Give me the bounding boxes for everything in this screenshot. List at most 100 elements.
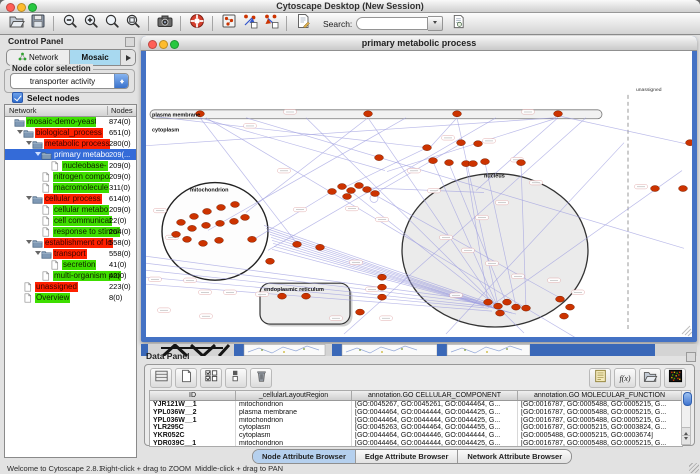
save-button[interactable] [27,14,48,33]
attribute-table[interactable]: ID_cellularLayoutRegionannotation.GO CEL… [149,390,683,447]
table-header-row[interactable]: ID_cellularLayoutRegionannotation.GO CEL… [150,391,682,401]
tree-row[interactable]: nucleobase-209(0) [5,160,136,171]
data-panel: f(x) ID_cellularLayoutRegionannotation.G… [144,364,695,446]
data-panel-float-icon[interactable] [686,352,696,362]
layout-a-button[interactable] [239,14,260,33]
table-cell: [GO:0016787, GO:0005215, GO:0003824, G..… [518,424,682,432]
open-folder-button[interactable] [6,14,27,33]
annotation-panel-button[interactable] [589,368,611,388]
select-attributes-button[interactable] [200,368,222,388]
column-header[interactable]: _cellularLayoutRegion [236,391,352,400]
help-button[interactable] [186,14,207,33]
app-titlebar[interactable]: Cytoscape Desktop (New Session) [0,0,700,13]
tree-row-label: primary metabo [53,150,111,160]
tree-row[interactable]: primary metabo209(... [5,149,136,160]
tab-network-attribute-browser[interactable]: Network Attribute Browser [458,450,571,463]
tree-row[interactable]: metabolic process280(0) [5,138,136,149]
zoom-fit-button[interactable] [122,14,143,33]
network-tab-label: Network [29,53,58,62]
tree-row-count: 280(0) [109,139,136,148]
mosaic-matrix-button[interactable] [664,368,686,388]
table-cell: YDR039C__1 [150,440,236,447]
select-nodes-checkbox[interactable] [12,92,23,103]
attribute-table-scrollbar[interactable] [681,390,691,445]
toolbar-separator [286,16,287,31]
table-cell: YPL036W__2 [150,409,236,417]
tree-row-label: nitrogen compo [53,172,110,182]
zoom-in-button[interactable] [80,14,101,33]
delete-attribute-button[interactable] [250,368,272,388]
tab-node-attribute-browser[interactable]: Node Attribute Browser [253,450,356,463]
tree-row[interactable]: cellular process614(0) [5,193,136,204]
tree-row[interactable]: Overview8(0) [5,292,136,303]
tree-row-count: 209(0) [109,161,136,170]
zoom-selected-button[interactable] [101,14,122,33]
table-row[interactable]: YDR039C__1mitochondrion[GO:0044464, GO:0… [150,440,682,447]
control-panel-title: Control Panel [8,36,63,46]
table-cell: [GO:0005488, GO:0005215, GO:0003674] [518,432,682,440]
table-row[interactable]: YJR121W__1mitochondrion[GO:0045267, GO:0… [150,401,682,409]
node-color-attribute-dropdown[interactable]: transporter activity [10,73,129,89]
attribute-grid-button[interactable] [150,368,172,388]
mosaic-tab-label: Mosaic [82,53,109,62]
network-view-titlebar[interactable]: primary metabolic process [141,36,697,51]
zoom-selected-icon [104,13,120,34]
table-cell: YKR052C [150,432,236,440]
tree-column-nodes: Nodes [107,106,133,115]
table-cell: [GO:0044464, GO:0044444, GO:0044425, G..… [352,409,518,417]
tree-row[interactable]: mosaic-demo-yeast874(0) [5,116,136,127]
search-input[interactable] [356,17,428,30]
tree-row-count: 22(0) [109,216,136,225]
network-canvas[interactable]: plasma membranecytoplasmmitochondrionnuc… [146,51,692,337]
save-icon [30,13,46,34]
function-builder-button[interactable]: f(x) [614,368,636,388]
layout-b-button[interactable] [260,14,281,33]
search-label: Search: [323,19,352,29]
control-panel-float-icon[interactable] [125,37,135,47]
search-dropdown-button[interactable] [428,16,443,31]
new-attribute-button[interactable] [175,368,197,388]
snapshot-button[interactable] [154,14,175,33]
tree-row[interactable]: secretion41(0) [5,259,136,270]
annotation-button[interactable] [292,14,313,33]
tree-row[interactable]: multi-organism pro42(0) [5,270,136,281]
column-header[interactable]: ID [150,391,236,400]
scroll-down-button[interactable] [682,435,690,444]
table-row[interactable]: YPL036W__1mitochondrion[GO:0044464, GO:0… [150,417,682,425]
tree-row-count: 8(0) [109,293,136,302]
tree-row-count: 223(0) [109,282,136,291]
tree-row-count: 41(0) [109,260,136,269]
tree-row[interactable]: cell communicat22(0) [5,215,136,226]
dropdown-stepper-icon [114,74,128,88]
unselect-attributes-button[interactable] [225,368,247,388]
column-header[interactable]: annotation.GO MOLECULAR_FUNCTION [518,391,682,400]
help-icon [189,13,205,34]
table-cell: [GO:0016787, GO:0005488, GO:0005215, G..… [518,440,682,447]
overview-button[interactable] [218,14,239,33]
table-row[interactable]: YLR295Ccytoplasm[GO:0045263, GO:0044464,… [150,424,682,432]
tab-edge-attribute-browser[interactable]: Edge Attribute Browser [356,450,458,463]
tree-row[interactable]: establishment of lo558(0) [5,237,136,248]
status-zoom-hint: Right-click + drag to ZOOM [100,464,191,473]
column-header[interactable]: annotation.GO CELLULAR_COMPONENT [352,391,518,400]
table-row[interactable]: YKR052Ccytoplasm[GO:0044464, GO:0044446,… [150,432,682,440]
tree-row[interactable]: cellular metabo209(0) [5,204,136,215]
tree-row[interactable]: unassigned223(0) [5,281,136,292]
table-row[interactable]: YPL036W__2plasma membrane[GO:0044464, GO… [150,409,682,417]
toolbar-separator [148,16,149,31]
function-builder-icon: f(x) [619,374,630,383]
svg-text:plasma membrane: plasma membrane [152,112,200,118]
tree-row-count: 264(0) [109,227,136,236]
search-go-button[interactable] [448,14,469,33]
tree-row-count: 651(0) [109,128,136,137]
cytoscape-app-window: Cytoscape Desktop (New Session) Search: … [0,0,700,474]
window-resize-grip[interactable] [689,463,699,473]
zoom-out-button[interactable] [59,14,80,33]
tree-row[interactable]: nitrogen compo209(0) [5,171,136,182]
import-attributes-button[interactable] [639,368,661,388]
scrollbar-thumb[interactable] [683,392,692,406]
tree-row[interactable]: transport558(0) [5,248,136,259]
table-cell: [GO:0016787, GO:0005488, GO:0005215, G..… [518,401,682,409]
tab-scroll-right-button[interactable] [121,50,135,65]
delete-attribute-icon [254,369,269,388]
